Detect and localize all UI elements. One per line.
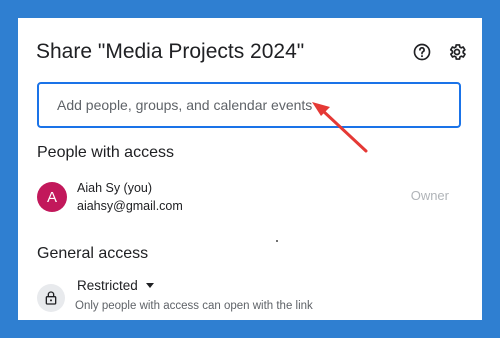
dialog-title: Share "Media Projects 2024" [36, 40, 305, 63]
person-email: aiahsy@gmail.com [77, 199, 183, 213]
add-people-field[interactable] [37, 82, 461, 128]
caret-down-icon [145, 283, 154, 288]
person-role: Owner [410, 188, 449, 203]
lock-icon [45, 291, 57, 305]
question-circle-icon [413, 43, 431, 61]
lock-badge [37, 284, 65, 312]
gear-icon [449, 44, 466, 60]
person-row: A Aiah Sy (you) aiahsy@gmail.com Owner [37, 178, 467, 218]
person-name: Aiah Sy (you) [77, 181, 153, 195]
general-access-row: Restricted Only people with access can o… [37, 275, 467, 315]
general-access-dropdown[interactable]: Restricted [77, 278, 154, 293]
general-access-description: Only people with access can open with th… [75, 300, 313, 312]
avatar: A [37, 182, 67, 212]
share-dialog: Share "Media Projects 2024" People with … [18, 18, 482, 320]
add-people-input[interactable] [57, 97, 417, 113]
general-access-value: Restricted [77, 278, 138, 293]
help-button[interactable] [411, 41, 433, 63]
people-with-access-heading: People with access [37, 144, 174, 161]
stray-dot [276, 240, 278, 242]
settings-button[interactable] [446, 41, 468, 63]
general-access-heading: General access [37, 245, 149, 262]
